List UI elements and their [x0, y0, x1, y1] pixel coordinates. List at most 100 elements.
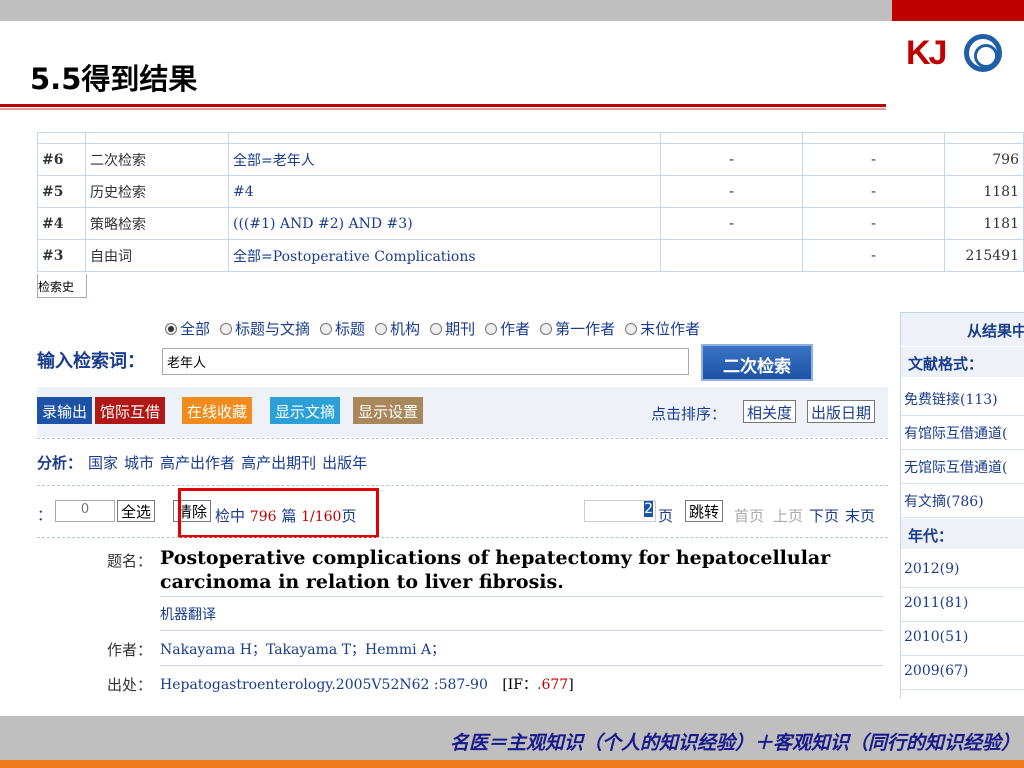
search-field-radios: 全部 标题与文摘 标题 机构 期刊 作者 第一作者 末位作者 — [165, 318, 700, 339]
radio-journal[interactable]: 期刊 — [430, 318, 475, 339]
radio-title-abstract[interactable]: 标题与文摘 — [220, 318, 310, 339]
analysis-city[interactable]: 城市 — [124, 454, 154, 472]
analysis-country[interactable]: 国家 — [88, 454, 118, 472]
radio-icon — [625, 322, 638, 335]
history-count[interactable]: 1181 — [944, 207, 1024, 240]
analysis-top-authors[interactable]: 高产出作者 — [160, 454, 235, 472]
history-type: 二次检索 — [85, 143, 229, 176]
history-num: #6 — [37, 143, 86, 176]
radio-icon — [430, 322, 443, 335]
filter-year[interactable]: 2012(9) — [901, 554, 1024, 588]
radio-icon — [220, 322, 233, 335]
divider — [37, 537, 888, 538]
filter-panel-head: 从结果中 — [901, 312, 1024, 346]
goto-button[interactable]: 跳转 — [685, 500, 724, 522]
record-source: Hepatogastroenterology.2005V52N62 :587-9… — [160, 674, 574, 694]
secondary-search-button[interactable]: 二次检索 — [701, 344, 813, 381]
history-expression[interactable]: (((#1) AND #2) AND #3) — [228, 207, 661, 240]
prev-page-link[interactable]: 上页 — [773, 505, 803, 526]
record-author-label: 作者： — [107, 641, 153, 659]
filter-has-abstract[interactable]: 有文摘(786) — [901, 484, 1024, 518]
if-value: .677 — [537, 677, 569, 693]
format-section-head: 文献格式： — [901, 347, 1024, 377]
title-underline — [0, 104, 886, 107]
sort-date-button[interactable]: 出版日期 — [807, 400, 876, 423]
table-row: #5 历史检索 #4 - - 1181 — [37, 175, 1024, 208]
radio-author[interactable]: 作者 — [485, 318, 530, 339]
history-col-b: - — [802, 175, 945, 208]
search-history-tab[interactable]: 检索史 — [37, 274, 87, 298]
record-source-label: 出处： — [107, 676, 153, 694]
if-close: ] — [568, 677, 574, 693]
search-input[interactable]: 老年人 — [162, 348, 689, 375]
filter-year[interactable]: 2009(67) — [901, 656, 1024, 690]
record-authors[interactable]: Nakayama H；Takayama T；Hemmi A； — [160, 639, 445, 659]
history-col-a: - — [660, 207, 803, 240]
table-header-row — [37, 132, 1024, 144]
history-expression[interactable]: 全部=老年人 — [228, 143, 661, 176]
search-history-table: #6 二次检索 全部=老年人 - - 796 #5 历史检索 #4 - - 11… — [37, 132, 1024, 272]
top-gray-bar — [0, 0, 892, 21]
display-settings-button[interactable]: 显示设置 — [353, 397, 424, 424]
history-count[interactable]: 215491 — [944, 239, 1024, 272]
table-row: #3 自由词 全部=Postoperative Complications - … — [37, 239, 1024, 272]
last-page-link[interactable]: 末页 — [845, 505, 875, 526]
filter-no-ill[interactable]: 无馆际互借通道( — [901, 450, 1024, 484]
bottom-orange-stripe — [0, 760, 1024, 768]
select-count-input[interactable]: 0 — [55, 500, 115, 522]
history-type: 历史检索 — [85, 175, 229, 208]
first-page-link[interactable]: 首页 — [734, 505, 764, 526]
radio-title[interactable]: 标题 — [320, 318, 365, 339]
if-label: [IF： — [502, 677, 538, 693]
filter-has-ill[interactable]: 有馆际互借通道( — [901, 416, 1024, 450]
history-expression[interactable]: #4 — [228, 175, 661, 208]
show-abstract-button[interactable]: 显示文摘 — [270, 397, 341, 424]
history-col-a — [660, 239, 803, 272]
history-expression[interactable]: 全部=Postoperative Complications — [228, 239, 661, 272]
history-count[interactable]: 1181 — [944, 175, 1024, 208]
analysis-top-journals[interactable]: 高产出期刊 — [241, 454, 316, 472]
history-num: #3 — [37, 239, 86, 272]
divider — [37, 438, 888, 439]
goto-unit: 页 — [658, 507, 674, 525]
filter-year[interactable]: 2011(81) — [901, 588, 1024, 622]
search-label: 输入检索词： — [37, 351, 145, 372]
sort-label: 点击排序： — [651, 405, 727, 423]
radio-icon — [320, 322, 333, 335]
filter-free-link[interactable]: 免费链接(113) — [901, 382, 1024, 416]
history-col-b: - — [802, 239, 945, 272]
title-underline-shadow — [0, 108, 886, 110]
filter-year[interactable]: 2010(51) — [901, 622, 1024, 656]
radio-first-author[interactable]: 第一作者 — [540, 318, 615, 339]
radio-all[interactable]: 全部 — [165, 318, 210, 339]
record-title[interactable]: Postoperative complications of hepatecto… — [160, 546, 890, 594]
interlibrary-loan-button[interactable]: 馆际互借 — [95, 397, 166, 424]
radio-institution[interactable]: 机构 — [375, 318, 420, 339]
history-type: 自由词 — [85, 239, 229, 272]
filter-panel: 从结果中 文献格式： 免费链接(113) 有馆际互借通道( 无馆际互借通道( 有… — [900, 312, 1024, 698]
analysis-pub-year[interactable]: 出版年 — [322, 454, 367, 472]
radio-icon — [375, 322, 388, 335]
radio-last-author[interactable]: 末位作者 — [625, 318, 700, 339]
logo-circle-icon — [964, 34, 1002, 72]
search-results-screenshot: #6 二次检索 全部=老年人 - - 796 #5 历史检索 #4 - - 11… — [37, 132, 1024, 698]
divider — [160, 665, 883, 666]
select-all-button[interactable]: 全选 — [117, 500, 156, 522]
divider — [160, 630, 883, 631]
divider — [160, 596, 883, 597]
next-page-link[interactable]: 下页 — [809, 505, 839, 526]
history-count[interactable]: 796 — [944, 143, 1024, 176]
machine-translate-link[interactable]: 机器翻译 — [160, 604, 216, 624]
history-num: #5 — [37, 175, 86, 208]
radio-selected-icon — [165, 322, 177, 335]
divider — [37, 485, 888, 486]
pager-prefix: ： — [37, 506, 53, 524]
radio-icon — [540, 322, 553, 335]
analysis-bar: 分析： 国家 城市 高产出作者 高产出期刊 出版年 — [37, 452, 367, 473]
goto-page-input[interactable]: 2 — [584, 500, 656, 522]
sort-relevance-button[interactable]: 相关度 — [743, 400, 797, 423]
record-source-link[interactable]: Hepatogastroenterology.2005V52N62 :587-9… — [160, 677, 488, 693]
online-collect-button[interactable]: 在线收藏 — [182, 397, 253, 424]
history-col-a: - — [660, 143, 803, 176]
export-button[interactable]: 录输出 — [37, 397, 93, 424]
